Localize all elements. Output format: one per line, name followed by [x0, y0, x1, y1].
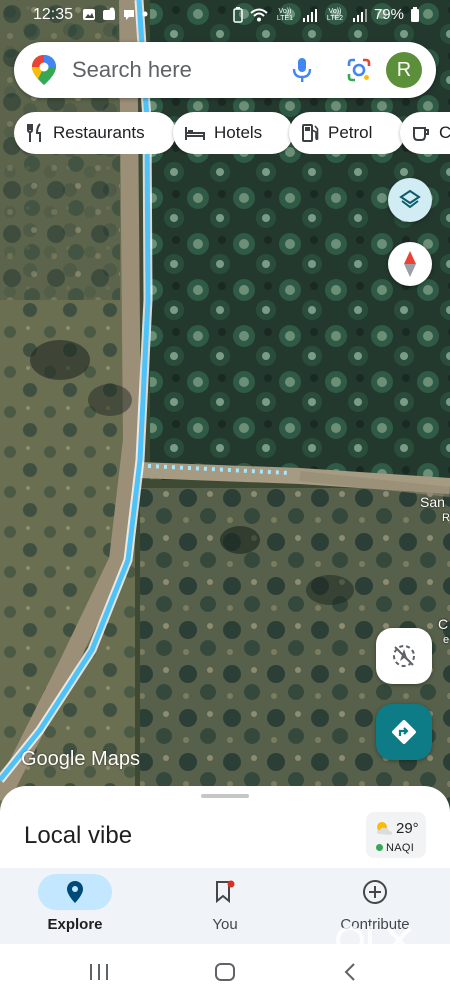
nav-icon-wrap — [338, 874, 412, 910]
nav-label: Explore — [47, 916, 103, 933]
status-bar: 12:35 Vo)) LTE1 Vo)) LTE2 79% — [0, 0, 450, 32]
drag-handle[interactable] — [201, 794, 249, 798]
signal-2-icon — [352, 8, 367, 22]
bed-icon — [185, 127, 205, 140]
layers-icon — [399, 189, 421, 209]
nav-label: You — [212, 916, 238, 933]
air-quality-label: NAQI — [376, 842, 414, 854]
map-place-sublabel: e — [443, 634, 450, 646]
teams-icon — [103, 7, 115, 20]
sheet-title: Local vibe — [24, 822, 133, 849]
nav-icon-wrap — [188, 874, 262, 910]
compass-button[interactable] — [388, 242, 432, 286]
search-input[interactable]: Search here — [72, 57, 192, 83]
status-right: Vo)) LTE1 Vo)) LTE2 79% — [232, 6, 420, 23]
chip-coffee[interactable]: C — [400, 112, 450, 154]
plus-circle-icon — [363, 880, 387, 904]
location-disabled-icon — [393, 645, 415, 667]
chat-bubble-icon — [124, 10, 134, 20]
battery-icon — [411, 6, 419, 22]
chip-petrol[interactable]: Petrol — [289, 112, 405, 154]
microphone-icon[interactable] — [292, 57, 312, 83]
sim1-label: Vo)) LTE1 — [276, 7, 294, 22]
map-place-sublabel: R — [442, 512, 450, 524]
fuel-pump-icon — [302, 124, 319, 142]
gallery-icon — [83, 8, 95, 20]
sim2-label: Vo)) LTE2 — [326, 7, 344, 22]
directions-icon — [392, 720, 416, 744]
aqi-text: NAQI — [386, 842, 415, 854]
chip-hotels[interactable]: Hotels — [173, 112, 293, 154]
battery-saver-icon — [233, 6, 243, 23]
chip-label: Petrol — [328, 123, 373, 142]
category-chips: Restaurants Hotels Petrol C — [14, 112, 450, 154]
bookmark-icon — [216, 880, 235, 904]
recent-apps-icon[interactable] — [88, 962, 110, 982]
directions-button[interactable] — [376, 704, 432, 760]
weather-temperature: 29° — [396, 820, 419, 837]
dot-icon — [142, 11, 148, 17]
signal-1-icon — [302, 8, 317, 22]
nav-you[interactable]: You — [150, 868, 300, 944]
back-icon[interactable] — [342, 962, 358, 982]
chip-label: Hotels — [214, 123, 263, 142]
google-maps-watermark: Google Maps — [21, 748, 140, 770]
notification-icons — [82, 7, 148, 21]
nav-explore[interactable]: Explore — [0, 868, 150, 944]
map-place-label[interactable]: C — [438, 616, 448, 632]
google-maps-pin-icon — [32, 55, 56, 85]
location-off-button[interactable] — [376, 628, 432, 684]
chip-restaurants[interactable]: Restaurants — [14, 112, 176, 154]
olx-watermark-logo — [336, 926, 412, 954]
search-bar[interactable]: Search here R — [14, 42, 436, 98]
wifi-icon — [250, 8, 268, 21]
battery-percent: 79% — [373, 6, 404, 23]
fork-knife-icon — [27, 123, 41, 142]
nav-active-pill — [38, 874, 112, 910]
compass-icon — [404, 251, 416, 277]
location-pin-icon — [67, 881, 83, 903]
aqi-status-dot — [376, 844, 383, 851]
google-lens-icon[interactable] — [346, 57, 372, 83]
chip-label: C — [439, 123, 450, 142]
account-avatar[interactable]: R — [386, 52, 422, 88]
coffee-icon — [413, 127, 429, 141]
weather-widget[interactable]: 29° NAQI — [366, 812, 426, 858]
chip-label: Restaurants — [53, 123, 145, 142]
home-icon[interactable] — [214, 962, 236, 982]
partly-cloudy-icon — [377, 822, 392, 835]
map-place-label[interactable]: San — [420, 494, 445, 510]
status-time: 12:35 — [33, 6, 74, 23]
layers-button[interactable] — [388, 178, 432, 222]
